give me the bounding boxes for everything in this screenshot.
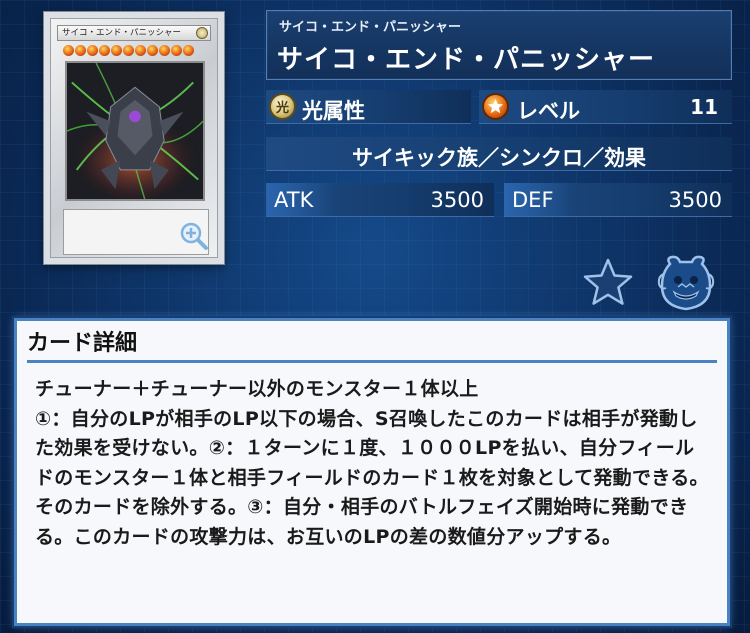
card-image-level-star xyxy=(147,45,158,56)
zoom-in-icon[interactable] xyxy=(179,221,209,251)
card-image-level-star xyxy=(135,45,146,56)
def-value: 3500 xyxy=(668,188,722,212)
level-label: レベル xyxy=(517,99,580,123)
level-star-icon xyxy=(482,93,509,120)
card-image-level-stars xyxy=(63,45,207,57)
card-detail-text: チューナー＋チューナー以外のモンスター１体以上 ①：自分のLPが相手のLP以下の… xyxy=(35,378,709,548)
attribute-label: 光属性 xyxy=(302,99,365,123)
card-detail-title: カード詳細 xyxy=(27,331,138,356)
pot-of-greed-icon[interactable] xyxy=(656,254,716,312)
card-image-level-star xyxy=(171,45,182,56)
card-name-box: サイコ・エンド・パニッシャー サイコ・エンド・パニッシャー xyxy=(266,10,732,80)
card-image-level-star xyxy=(75,45,86,56)
card-image-level-star xyxy=(183,45,194,56)
attribute-icon-glyph: 光 xyxy=(275,101,289,116)
card-artwork xyxy=(65,61,205,201)
atk-value: 3500 xyxy=(430,188,484,212)
artwork-illustration xyxy=(67,63,203,199)
card-image-level-star xyxy=(123,45,134,56)
card-image-level-star xyxy=(111,45,122,56)
level-row: レベル 11 xyxy=(479,90,732,124)
card-detail-header: カード詳細 xyxy=(27,329,717,363)
card-image-level-star xyxy=(159,45,170,56)
light-attribute-icon: 光 xyxy=(269,93,296,120)
card-name-ruby: サイコ・エンド・パニッシャー xyxy=(279,20,462,35)
card-name: サイコ・エンド・パニッシャー xyxy=(277,45,656,75)
level-value: 11 xyxy=(690,95,718,119)
card-image-attribute-icon xyxy=(196,27,208,39)
card-image-level-star xyxy=(63,45,74,56)
atk-label: ATK xyxy=(274,188,314,212)
atk-row: ATK 3500 xyxy=(266,183,494,217)
card-image-name: サイコ・エンド・パニッシャー xyxy=(57,25,211,41)
type-row: サイキック族／シンクロ／効果 xyxy=(266,137,732,171)
card-image-level-star xyxy=(99,45,110,56)
type-line: サイキック族／シンクロ／効果 xyxy=(352,146,646,170)
card-image-level-star xyxy=(87,45,98,56)
card-image[interactable]: サイコ・エンド・パニッシャー xyxy=(44,12,224,264)
star-icon[interactable] xyxy=(582,258,634,308)
def-label: DEF xyxy=(512,188,554,212)
card-face: サイコ・エンド・パニッシャー xyxy=(50,18,218,258)
card-image-name-text: サイコ・エンド・パニッシャー xyxy=(62,28,182,38)
card-detail-panel: カード詳細 チューナー＋チューナー以外のモンスター１体以上 ①：自分のLPが相手… xyxy=(14,318,730,626)
attribute-row: 光 光属性 xyxy=(266,90,471,124)
def-row: DEF 3500 xyxy=(504,183,732,217)
